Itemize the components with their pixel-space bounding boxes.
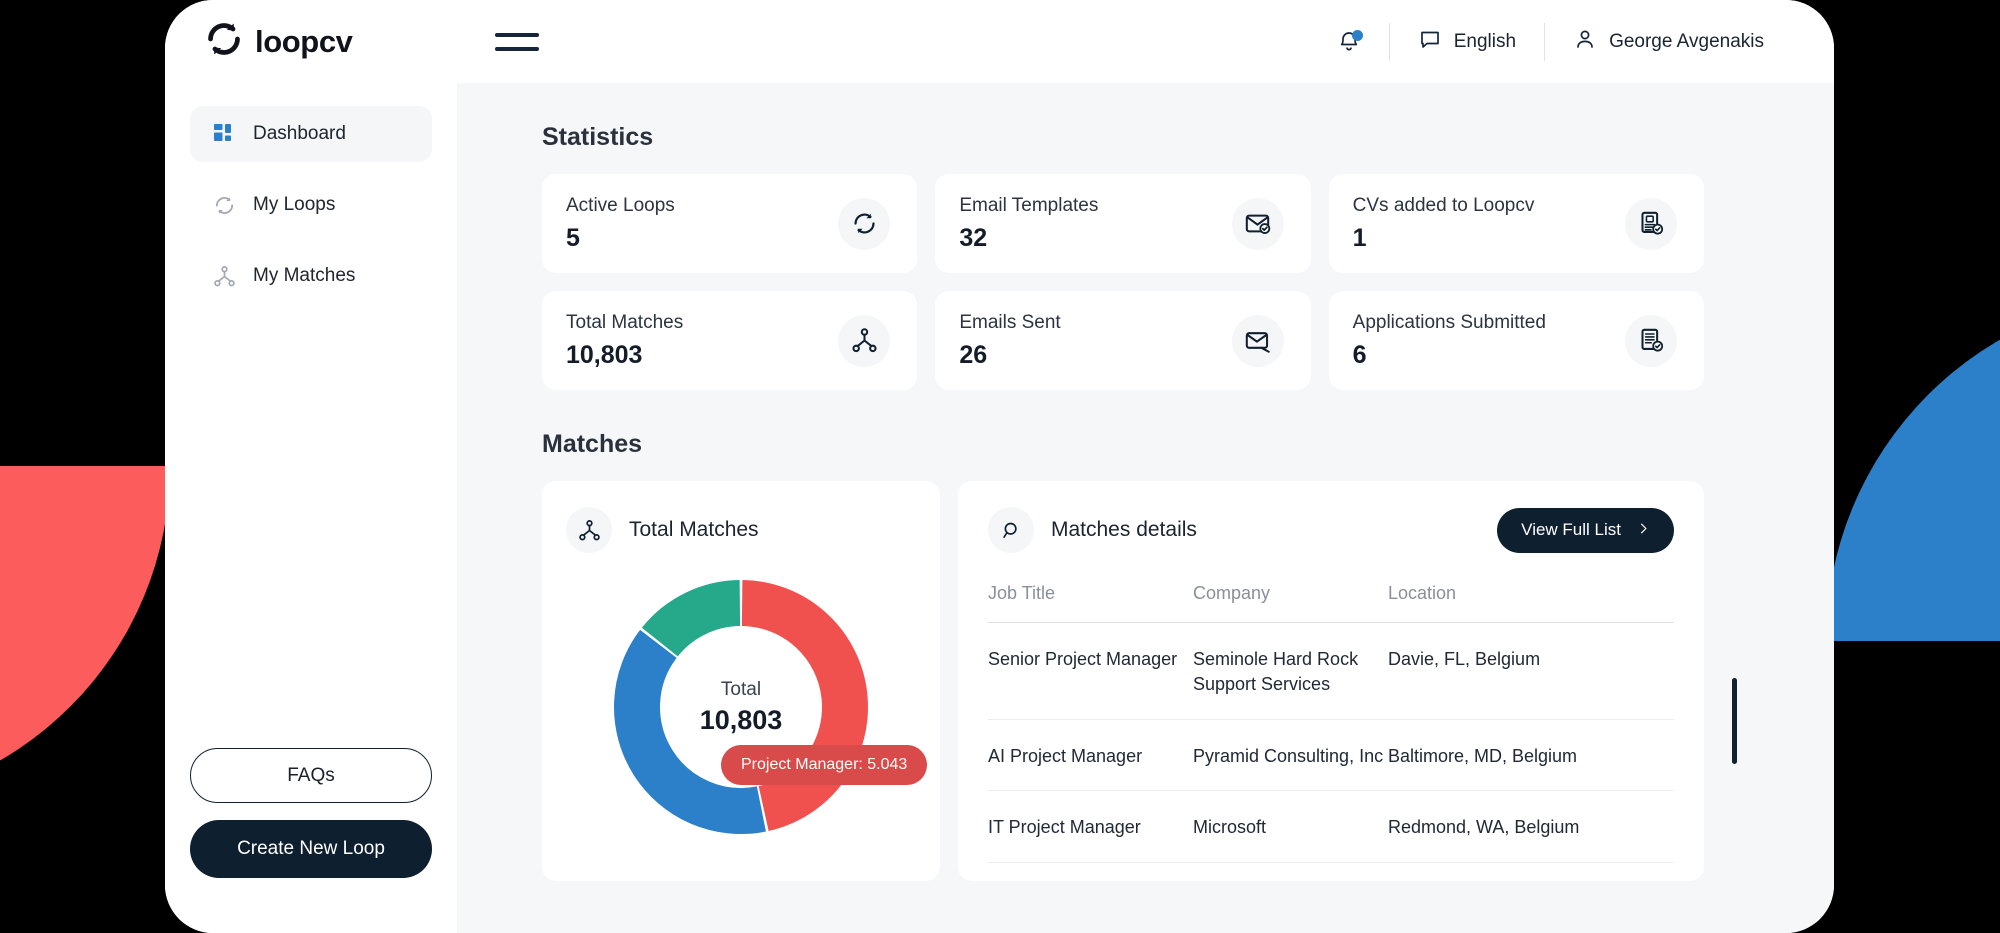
- sidebar-nav: Dashboard My Loops: [165, 83, 457, 319]
- column-header-job-title: Job Title: [988, 583, 1193, 623]
- matches-table: Job Title Company Location Senior Projec…: [988, 583, 1674, 863]
- refresh-loop-icon: [212, 193, 236, 217]
- app-window: loopcv: [165, 0, 1834, 933]
- main-content: Statistics Active Loops 5: [457, 83, 1834, 933]
- matches-table-body: Senior Project Manager Seminole Hard Roc…: [988, 623, 1674, 863]
- view-full-list-label: View Full List: [1521, 520, 1621, 540]
- email-template-icon: [1232, 198, 1284, 250]
- matches-details-header: Matches details View Full List: [988, 507, 1674, 553]
- cv-document-check-icon: [1625, 198, 1677, 250]
- matches-row: Total Matches Total 10,803 Project Manag…: [542, 481, 1704, 881]
- sidebar-item-my-matches[interactable]: My Matches: [190, 248, 432, 304]
- stat-label: Emails Sent: [959, 312, 1060, 334]
- brand-logo[interactable]: loopcv: [165, 20, 457, 63]
- decorative-blue-quarter-circle: [1826, 293, 2000, 641]
- donut-total-label: Total: [721, 679, 761, 701]
- cell-company: Seminole Hard Rock Support Services: [1193, 623, 1388, 720]
- language-label: English: [1454, 31, 1516, 53]
- matches-details-card: Matches details View Full List: [958, 481, 1704, 881]
- donut-chart[interactable]: Total 10,803 Project Manager: 5.043: [611, 577, 871, 837]
- share-nodes-icon: [566, 507, 612, 553]
- account-menu[interactable]: George Avgenakis: [1545, 22, 1792, 62]
- column-header-company: Company: [1193, 583, 1388, 623]
- share-nodes-icon: [838, 315, 890, 367]
- table-header-row: Job Title Company Location: [988, 583, 1674, 623]
- stat-label: Applications Submitted: [1353, 312, 1546, 334]
- cell-company: Microsoft: [1193, 791, 1388, 863]
- sidebar-item-label: My Matches: [253, 265, 355, 287]
- sidebar-item-my-loops[interactable]: My Loops: [190, 177, 432, 233]
- matches-table-head: Job Title Company Location: [988, 583, 1674, 623]
- chart-card-title: Total Matches: [629, 518, 759, 542]
- loop-refresh-icon: [205, 20, 243, 63]
- hamburger-menu-icon[interactable]: [495, 33, 539, 51]
- top-header-bar: loopcv: [165, 0, 1834, 83]
- brand-name: loopcv: [255, 24, 353, 60]
- user-icon: [1573, 27, 1597, 56]
- notifications-button[interactable]: [1309, 22, 1389, 62]
- column-header-location: Location: [1388, 583, 1674, 623]
- sidebar-actions: FAQs Create New Loop: [165, 748, 457, 933]
- matches-details-title: Matches details: [1051, 518, 1197, 542]
- bell-icon: [1337, 30, 1361, 54]
- decorative-red-quarter-circle: [0, 466, 170, 806]
- donut-tooltip: Project Manager: 5.043: [721, 745, 927, 785]
- total-matches-chart-card: Total Matches Total 10,803 Project Manag…: [542, 481, 940, 881]
- sidebar-item-label: My Loops: [253, 194, 335, 216]
- donut-center-label: Total 10,803: [611, 577, 871, 837]
- cell-company: Pyramid Consulting, Inc: [1193, 719, 1388, 791]
- cell-job-title: IT Project Manager: [988, 791, 1193, 863]
- faqs-button[interactable]: FAQs: [190, 748, 432, 803]
- stat-value: 1: [1353, 224, 1535, 253]
- stat-value: 10,803: [566, 341, 683, 370]
- cell-location: Baltimore, MD, Belgium: [1388, 719, 1674, 791]
- matches-title: Matches: [542, 430, 1704, 459]
- email-sent-icon: [1232, 315, 1284, 367]
- search-icon: [988, 507, 1034, 553]
- stat-value: 6: [1353, 341, 1546, 370]
- cell-job-title: Senior Project Manager: [988, 623, 1193, 720]
- table-row[interactable]: Senior Project Manager Seminole Hard Roc…: [988, 623, 1674, 720]
- stat-card-total-matches[interactable]: Total Matches 10,803: [542, 291, 917, 390]
- statistics-title: Statistics: [542, 123, 1704, 152]
- header-actions: English George Avgenakis: [1309, 20, 1834, 64]
- stat-card-applications-submitted[interactable]: Applications Submitted 6: [1329, 291, 1704, 390]
- share-nodes-icon: [212, 264, 236, 288]
- create-new-loop-button[interactable]: Create New Loop: [190, 820, 432, 878]
- document-check-icon: [1625, 315, 1677, 367]
- cell-job-title: AI Project Manager: [988, 719, 1193, 791]
- table-row[interactable]: AI Project Manager Pyramid Consulting, I…: [988, 719, 1674, 791]
- refresh-loop-icon: [838, 198, 890, 250]
- chevron-right-icon: [1637, 520, 1650, 540]
- view-full-list-button[interactable]: View Full List: [1497, 508, 1674, 553]
- cell-location: Davie, FL, Belgium: [1388, 623, 1674, 720]
- stat-label: CVs added to Loopcv: [1353, 195, 1535, 217]
- stat-card-emails-sent[interactable]: Emails Sent 26: [935, 291, 1310, 390]
- grid-dashboard-icon: [212, 122, 236, 146]
- stat-card-cvs-added[interactable]: CVs added to Loopcv 1: [1329, 174, 1704, 273]
- stat-label: Total Matches: [566, 312, 683, 334]
- stat-label: Active Loops: [566, 195, 675, 217]
- stat-value: 26: [959, 341, 1060, 370]
- page-root: loopcv: [0, 0, 2000, 933]
- stat-card-active-loops[interactable]: Active Loops 5: [542, 174, 917, 273]
- cell-location: Redmond, WA, Belgium: [1388, 791, 1674, 863]
- sidebar-item-label: Dashboard: [253, 123, 346, 145]
- stat-label: Email Templates: [959, 195, 1098, 217]
- stat-card-email-templates[interactable]: Email Templates 32: [935, 174, 1310, 273]
- notification-badge-dot: [1352, 30, 1363, 41]
- donut-total-value: 10,803: [700, 705, 783, 736]
- chat-bubble-icon: [1418, 27, 1442, 56]
- stat-value: 32: [959, 224, 1098, 253]
- stat-value: 5: [566, 224, 675, 253]
- table-row[interactable]: IT Project Manager Microsoft Redmond, WA…: [988, 791, 1674, 863]
- chart-card-header: Total Matches: [542, 507, 940, 553]
- statistics-grid: Active Loops 5 Email Templa: [542, 174, 1704, 390]
- vertical-scrollbar-thumb[interactable]: [1732, 678, 1737, 764]
- language-selector[interactable]: English: [1390, 22, 1544, 62]
- account-name: George Avgenakis: [1609, 31, 1764, 53]
- sidebar-item-dashboard[interactable]: Dashboard: [190, 106, 432, 162]
- sidebar: Dashboard My Loops: [165, 83, 457, 933]
